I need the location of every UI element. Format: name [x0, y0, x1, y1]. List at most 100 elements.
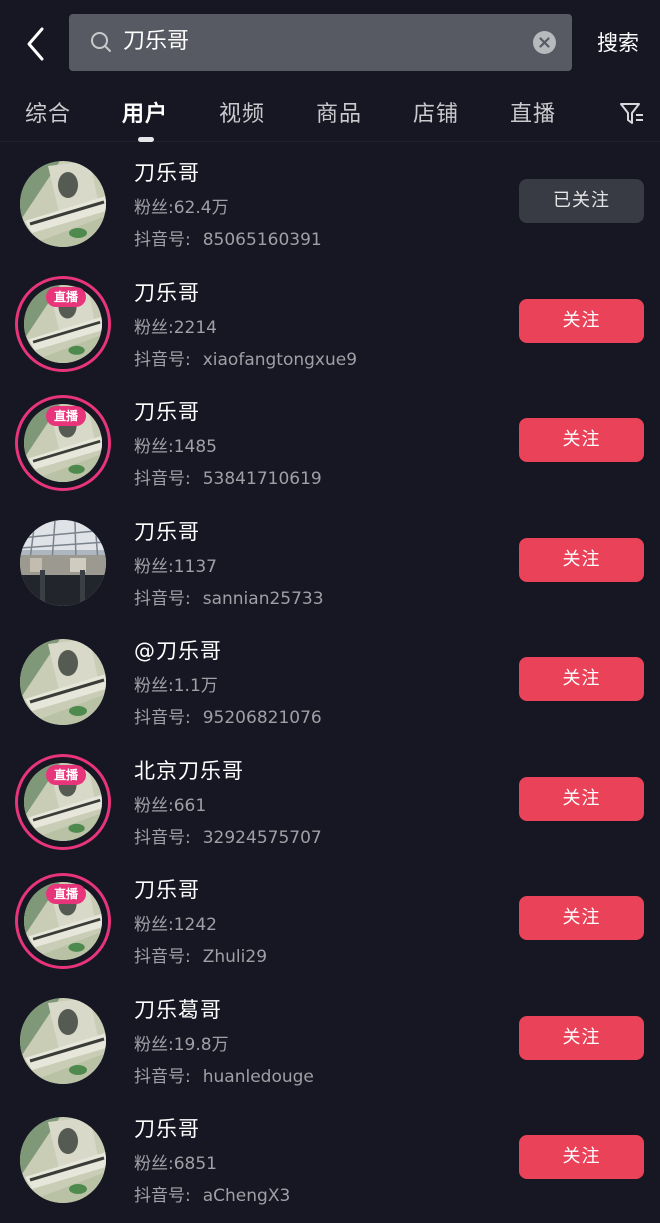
douyin-id: 抖音号: huanledouge: [134, 1062, 314, 1087]
follow-button[interactable]: 关注: [519, 1135, 644, 1179]
fans-label: 粉丝:: [134, 198, 174, 218]
tab-live[interactable]: 直播: [510, 96, 556, 128]
user-row[interactable]: 直播 刀乐哥 粉丝:2214 抖音号: xiaofangtongxue9 关注: [0, 263, 660, 383]
tab-all[interactable]: 综合: [25, 96, 71, 128]
avatar-container[interactable]: 直播: [15, 753, 111, 850]
user-row[interactable]: 刀乐哥 粉丝:62.4万 抖音号: 85065160391 已关注: [0, 143, 660, 263]
douyin-id: 抖音号: 95206821076: [134, 703, 322, 728]
follow-button[interactable]: 关注: [519, 896, 644, 940]
avatar-container[interactable]: [18, 996, 108, 1086]
fans-count: 粉丝:62.4万: [134, 193, 229, 218]
follow-button[interactable]: 关注: [519, 418, 644, 462]
fans-value: 1.1万: [173, 676, 218, 696]
douyin-id-label: 抖音号:: [134, 1186, 191, 1206]
avatar-dollar-photo: [20, 997, 106, 1084]
fans-value: 1485: [173, 437, 217, 457]
fans-count: 粉丝:19.8万: [134, 1030, 229, 1055]
fans-value: 62.4万: [173, 198, 229, 218]
avatar-container[interactable]: 直播: [15, 873, 111, 969]
fans-value: 2214: [173, 317, 217, 338]
user-row[interactable]: 直播 刀乐哥 粉丝:1485 抖音号: 53841710619 关注: [0, 382, 660, 502]
search-box[interactable]: [69, 14, 572, 71]
user-row[interactable]: 直播 北京刀乐哥 粉丝:661 抖音号: 32924575707 关注: [0, 741, 660, 861]
back-button[interactable]: [22, 24, 52, 64]
live-badge: 直播: [46, 286, 86, 307]
fans-value: 19.8万: [173, 1034, 229, 1055]
douyin-id: 抖音号: 32924575707: [134, 823, 322, 848]
user-row[interactable]: @刀乐哥 粉丝:1.1万 抖音号: 95206821076 关注: [0, 621, 660, 741]
douyin-id-value: huanledouge: [202, 1066, 314, 1087]
search-button[interactable]: 搜索: [597, 27, 639, 57]
douyin-id-label: 抖音号:: [134, 230, 191, 250]
user-name[interactable]: @刀乐哥: [134, 635, 222, 665]
douyin-id: 抖音号: 85065160391: [134, 225, 322, 250]
douyin-id-label: 抖音号:: [134, 947, 191, 967]
douyin-id: 抖音号: 53841710619: [134, 464, 322, 489]
tab-shops[interactable]: 店铺: [413, 96, 459, 128]
filter-button[interactable]: [618, 100, 646, 128]
clear-icon: [539, 37, 550, 48]
avatar-container[interactable]: [18, 159, 108, 249]
tab-videos[interactable]: 视频: [219, 96, 265, 128]
douyin-id-value: aChengX3: [202, 1186, 291, 1206]
filter-icon: [620, 103, 643, 124]
user-row[interactable]: 刀乐哥 粉丝:6851 抖音号: aChengX3 关注: [0, 1099, 660, 1219]
fans-count: 粉丝:6851: [134, 1149, 217, 1174]
fans-count: 粉丝:1242: [134, 910, 217, 935]
user-row[interactable]: 刀乐葛哥 粉丝:19.8万 抖音号: huanledouge 关注: [0, 980, 660, 1100]
fans-label: 粉丝:: [134, 1154, 174, 1174]
search-icon: [91, 32, 111, 52]
user-name[interactable]: 刀乐哥: [134, 516, 200, 546]
tab-products[interactable]: 商品: [316, 96, 362, 128]
avatar-container[interactable]: [18, 1115, 108, 1205]
douyin-id-label: 抖音号:: [134, 349, 191, 370]
follow-button[interactable]: 关注: [519, 1015, 644, 1060]
clear-search-button[interactable]: [533, 31, 556, 54]
avatar-dollar-photo: [20, 161, 106, 247]
user-row[interactable]: 刀乐哥 粉丝:1137 抖音号: sannian25733 关注: [0, 502, 660, 622]
fans-count: 粉丝:2214: [134, 313, 217, 338]
unfollow-button[interactable]: 已关注: [519, 179, 644, 223]
user-name[interactable]: 刀乐哥: [134, 874, 200, 904]
douyin-id: 抖音号: aChengX3: [134, 1181, 290, 1206]
user-name[interactable]: 刀乐哥: [134, 277, 200, 307]
douyin-id-label: 抖音号:: [134, 588, 191, 609]
douyin-id-value: 32924575707: [202, 827, 322, 848]
user-results-list: 刀乐哥 粉丝:62.4万 抖音号: 85065160391 已关注 直播 刀乐哥 …: [0, 143, 660, 1219]
avatar-container[interactable]: 直播: [15, 395, 111, 491]
live-badge: 直播: [46, 764, 86, 785]
douyin-id-value: Zhuli29: [202, 947, 268, 967]
user-row[interactable]: 直播 刀乐哥 粉丝:1242 抖音号: Zhuli29 关注: [0, 860, 660, 980]
fans-label: 粉丝:: [134, 915, 174, 935]
douyin-id-value: sannian25733: [202, 588, 324, 609]
follow-button[interactable]: 关注: [519, 657, 644, 701]
douyin-id: 抖音号: sannian25733: [134, 584, 324, 609]
tab-users[interactable]: 用户: [122, 96, 168, 128]
follow-button[interactable]: 关注: [519, 776, 644, 821]
douyin-id-value: 85065160391: [202, 230, 322, 250]
live-badge: 直播: [46, 884, 86, 904]
user-name[interactable]: 刀乐葛哥: [134, 994, 222, 1024]
avatar-container[interactable]: [18, 637, 108, 727]
chevron-left-icon: [27, 27, 44, 61]
search-input[interactable]: [123, 26, 523, 58]
douyin-id: 抖音号: Zhuli29: [134, 942, 267, 967]
user-name[interactable]: 北京刀乐哥: [134, 755, 244, 785]
follow-button[interactable]: 关注: [519, 298, 644, 343]
user-name[interactable]: 刀乐哥: [134, 1113, 200, 1143]
follow-button[interactable]: 关注: [519, 537, 644, 582]
avatar-container[interactable]: 直播: [15, 275, 111, 372]
user-name[interactable]: 刀乐哥: [134, 396, 200, 426]
fans-label: 粉丝:: [134, 556, 174, 577]
fans-value: 6851: [173, 1154, 217, 1174]
avatar-building-photo: [20, 519, 106, 606]
category-tabs: 综合 用户 视频 商品 店铺 直播: [0, 88, 660, 142]
douyin-id-label: 抖音号:: [134, 827, 191, 848]
douyin-id: 抖音号: xiaofangtongxue9: [134, 345, 357, 370]
avatar-container[interactable]: [18, 518, 108, 608]
fans-value: 1242: [173, 915, 217, 935]
user-name[interactable]: 刀乐哥: [134, 157, 200, 187]
fans-label: 粉丝:: [134, 1034, 174, 1055]
fans-count: 粉丝:1.1万: [134, 671, 218, 696]
fans-label: 粉丝:: [134, 676, 174, 696]
